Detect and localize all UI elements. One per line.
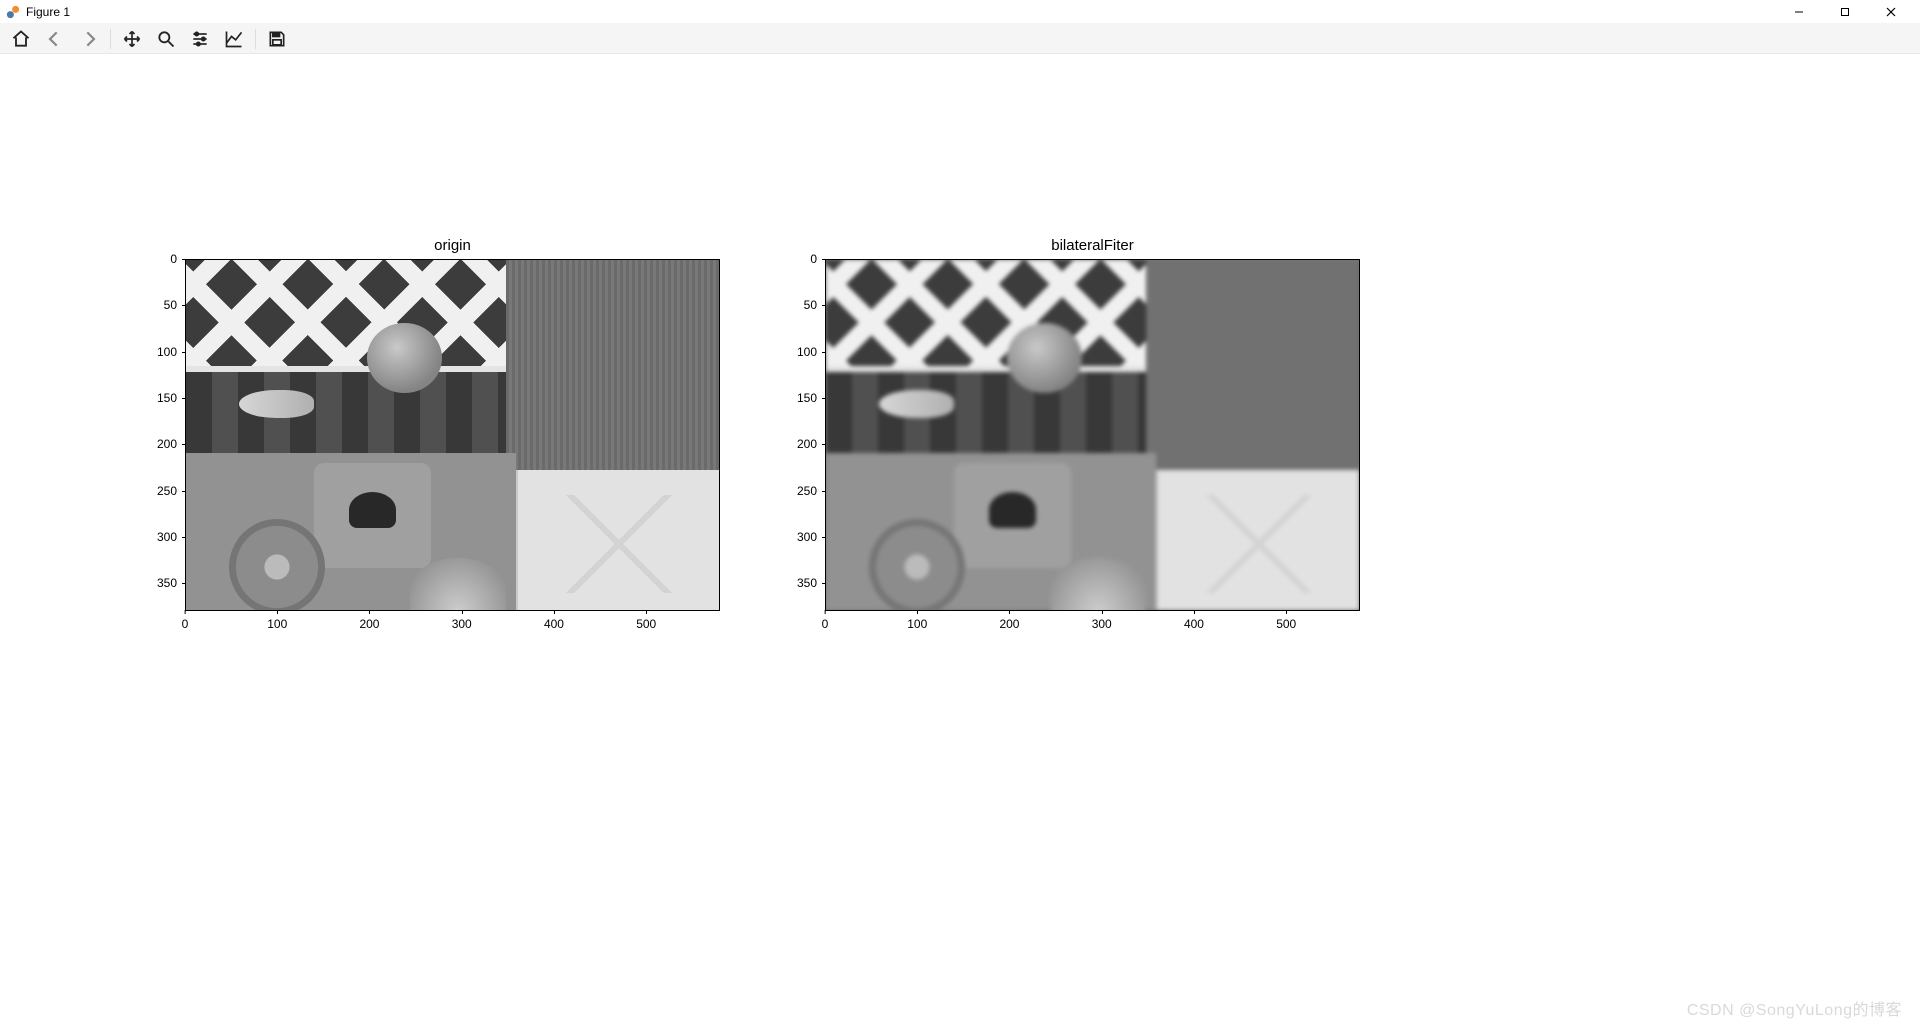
x-tick-label: 500: [636, 611, 656, 631]
y-tick-label: 50: [804, 298, 825, 312]
image-bilateral: [826, 260, 1359, 610]
app-icon: [6, 5, 20, 19]
subplot-bilateral: bilateralFiter 0501001502002503003500100…: [825, 259, 1360, 611]
y-tick-label: 350: [797, 576, 825, 590]
x-tick-label: 100: [267, 611, 287, 631]
toolbar-separator: [255, 29, 256, 49]
y-tick-label: 300: [157, 530, 185, 544]
y-tick-label: 150: [797, 391, 825, 405]
x-tick-label: 200: [999, 611, 1019, 631]
pan-icon[interactable]: [119, 26, 145, 52]
edit-axes-icon[interactable]: [221, 26, 247, 52]
y-tick-label: 0: [170, 252, 185, 266]
subplot-title: origin: [185, 237, 720, 254]
x-tick-label: 500: [1276, 611, 1296, 631]
toolbar-separator: [110, 29, 111, 49]
window-minimize-button[interactable]: [1776, 0, 1822, 24]
y-tick-label: 100: [157, 345, 185, 359]
y-tick-label: 150: [157, 391, 185, 405]
x-tick-label: 0: [822, 611, 829, 631]
x-tick-label: 300: [1092, 611, 1112, 631]
y-tick-label: 50: [164, 298, 185, 312]
figure-canvas[interactable]: origin 0 50 100 150 200 250 300 350 0 100 200 300 40…: [0, 54, 1920, 1030]
axes-frame[interactable]: [185, 259, 720, 611]
x-tick-label: 300: [452, 611, 472, 631]
x-tick-label: 0: [182, 611, 189, 631]
y-tick-label: 200: [797, 437, 825, 451]
zoom-icon[interactable]: [153, 26, 179, 52]
x-tick-label: 400: [1184, 611, 1204, 631]
axes-frame[interactable]: [825, 259, 1360, 611]
window-close-button[interactable]: [1868, 0, 1914, 24]
watermark-text: CSDN @SongYuLong的博客: [1687, 996, 1902, 1020]
subplot-origin: origin 050100150200250300350010020030040…: [185, 259, 720, 611]
mpl-toolbar: [0, 24, 1920, 54]
y-tick-label: 300: [797, 530, 825, 544]
y-tick-label: 250: [797, 484, 825, 498]
subplot-title: bilateralFiter: [825, 237, 1360, 254]
x-tick-label: 400: [544, 611, 564, 631]
window-maximize-button[interactable]: [1822, 0, 1868, 24]
y-tick-label: 350: [157, 576, 185, 590]
configure-subplots-icon[interactable]: [187, 26, 213, 52]
x-tick-label: 100: [907, 611, 927, 631]
forward-icon[interactable]: [76, 26, 102, 52]
y-tick-label: 250: [157, 484, 185, 498]
y-tick-label: 0: [810, 252, 825, 266]
home-icon[interactable]: [8, 26, 34, 52]
back-icon[interactable]: [42, 26, 68, 52]
save-icon[interactable]: [264, 26, 290, 52]
x-tick-label: 200: [359, 611, 379, 631]
window-title: Figure 1: [26, 5, 70, 19]
image-origin: [186, 260, 719, 610]
y-tick-label: 100: [797, 345, 825, 359]
window-titlebar: Figure 1: [0, 0, 1920, 24]
y-tick-label: 200: [157, 437, 185, 451]
